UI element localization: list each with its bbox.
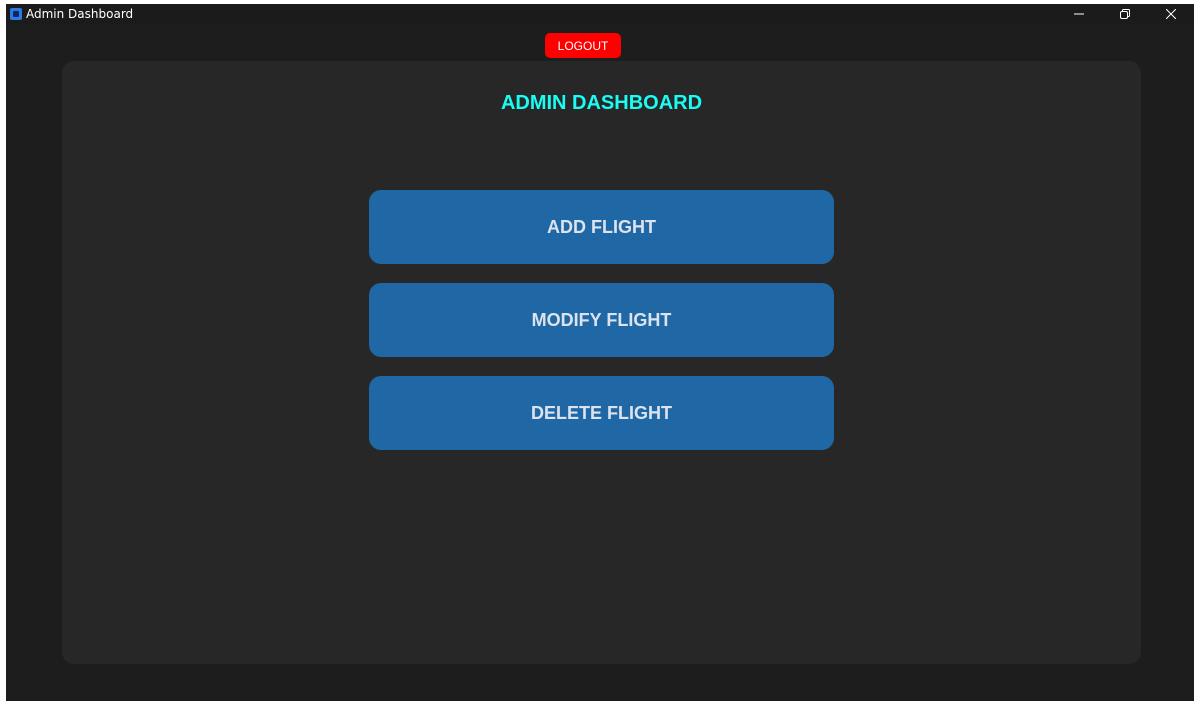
close-button[interactable] bbox=[1148, 4, 1194, 24]
minimize-button[interactable] bbox=[1056, 4, 1102, 24]
logout-button[interactable]: LOGOUT bbox=[545, 33, 621, 58]
app-window-icon bbox=[10, 8, 22, 20]
page-title: ADMIN DASHBOARD bbox=[500, 92, 703, 114]
window-title: Admin Dashboard bbox=[26, 7, 134, 21]
restore-icon bbox=[1120, 9, 1130, 19]
delete-flight-button[interactable]: DELETE FLIGHT bbox=[369, 376, 834, 450]
restore-button[interactable] bbox=[1102, 4, 1148, 24]
title-bar[interactable]: Admin Dashboard bbox=[6, 4, 1194, 24]
close-icon bbox=[1166, 9, 1176, 19]
dashboard-panel: ADMIN DASHBOARD ADD FLIGHT MODIFY FLIGHT… bbox=[62, 61, 1141, 664]
app-window: Admin Dashboard LOGOUT ADMIN DASHBOARD A… bbox=[6, 4, 1194, 701]
minimize-icon bbox=[1074, 13, 1084, 15]
modify-flight-button[interactable]: MODIFY FLIGHT bbox=[369, 283, 834, 357]
window-controls bbox=[1056, 4, 1194, 24]
add-flight-button[interactable]: ADD FLIGHT bbox=[369, 190, 834, 264]
